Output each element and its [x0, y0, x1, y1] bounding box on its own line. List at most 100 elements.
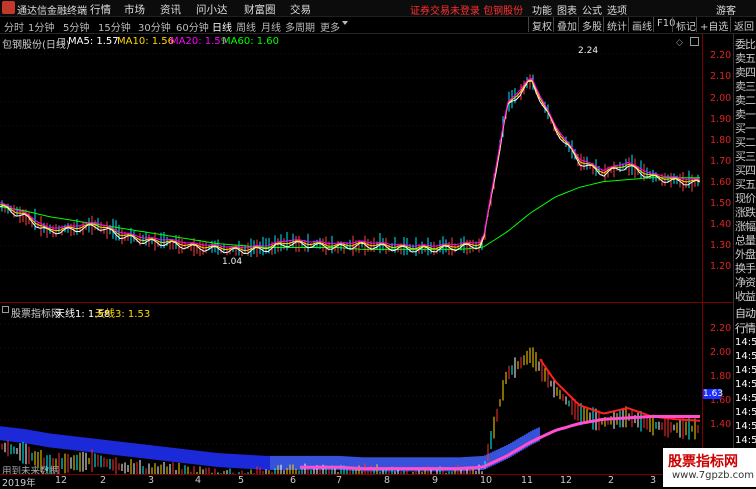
menu-hangqing[interactable]: 行情 — [90, 2, 111, 17]
btn-zixuan[interactable]: +自选 — [696, 17, 731, 33]
menu-xuanxiang[interactable]: 选项 — [607, 2, 627, 17]
x-tick-label: 8 — [384, 475, 391, 486]
btn-duogu[interactable]: 多股 — [578, 17, 605, 33]
indicator-band — [196, 450, 198, 465]
indicator-band — [200, 451, 202, 466]
period-multi[interactable]: 多周期 — [285, 19, 315, 34]
chevron-down-icon[interactable] — [342, 21, 348, 25]
period-60min[interactable]: 60分钟 — [176, 19, 209, 34]
indicator-band — [6, 427, 8, 442]
indicator-band — [74, 436, 76, 451]
x-axis — [0, 474, 756, 488]
ytick: 1.90 — [710, 114, 732, 125]
btn-biaoji[interactable]: 标记 — [672, 17, 699, 33]
menu-jiaoyi[interactable]: 交易 — [290, 2, 311, 17]
ytick: 2.20 — [710, 323, 732, 334]
indicator-band — [136, 443, 138, 458]
btn-huaxian[interactable]: 画线 — [628, 17, 655, 33]
period-15min[interactable]: 15分钟 — [98, 19, 131, 34]
indicator-band — [4, 426, 6, 441]
indicator-band — [268, 455, 270, 470]
indicator-band — [174, 448, 176, 463]
period-more[interactable]: 更多 — [320, 19, 340, 34]
indicator-band — [28, 429, 30, 444]
indicator-band — [210, 452, 212, 467]
menu-wenxiaoda[interactable]: 问小达 — [196, 2, 228, 17]
indicator-band — [14, 427, 16, 442]
btn-fanhui[interactable]: 返回 — [730, 17, 756, 33]
indicator-band — [296, 455, 298, 470]
indicator-band — [58, 434, 60, 449]
side-field-label: 收益 — [735, 290, 756, 303]
indicator-band — [100, 439, 102, 454]
indicator-band — [272, 455, 274, 470]
period-month[interactable]: 月线 — [261, 19, 281, 34]
indicator-band — [124, 442, 126, 457]
indicator-band — [204, 451, 206, 466]
indicator-band — [190, 449, 192, 464]
indicator-band — [262, 455, 264, 470]
x-tick-label: 11 — [521, 475, 534, 486]
login-status[interactable]: 证券交易未登录 包钢股份 — [410, 2, 523, 17]
indicator-band — [232, 453, 234, 468]
indicator-band — [284, 455, 286, 470]
ytick: 1.70 — [710, 156, 732, 167]
side-auto[interactable]: 自动 — [735, 305, 756, 321]
indicator-band — [50, 433, 52, 448]
indicator-band — [12, 427, 14, 442]
indicator-band — [102, 439, 104, 454]
indicator-band — [258, 455, 260, 470]
indicator-band — [180, 448, 182, 463]
indicator-band — [208, 452, 210, 467]
menu-gongneng[interactable]: 功能 — [532, 2, 552, 17]
menu-zixun[interactable]: 资讯 — [160, 2, 181, 17]
menu-tubiao[interactable]: 图表 — [557, 2, 577, 17]
side-time: 14:50 — [735, 435, 756, 446]
panel-divider[interactable] — [0, 302, 733, 303]
indicator-band — [114, 441, 116, 456]
indicator-band — [218, 453, 220, 468]
indicator-band — [242, 454, 244, 469]
indicator-band — [88, 438, 90, 453]
x-tick-label: 12 — [55, 475, 68, 486]
period-fenshi[interactable]: 分时 — [4, 19, 24, 34]
menu-shichang[interactable]: 市场 — [124, 2, 145, 17]
indicator-band — [260, 455, 262, 470]
indicator-band — [248, 454, 250, 469]
menu-caifuquan[interactable]: 财富圈 — [244, 2, 276, 17]
period-week[interactable]: 周线 — [236, 19, 256, 34]
ytick: 1.50 — [710, 198, 732, 209]
indicator-band — [270, 455, 272, 470]
btn-fuquan[interactable]: 复权 — [528, 17, 555, 33]
indicator-band — [80, 437, 82, 452]
indicator-band — [70, 435, 72, 450]
btn-diejia[interactable]: 叠加 — [553, 17, 580, 33]
menu-gongshi[interactable]: 公式 — [582, 2, 602, 17]
indicator-band — [18, 428, 20, 443]
indicator-band — [294, 455, 296, 470]
indicator-band — [236, 454, 238, 469]
side-time: 14:50 — [735, 365, 756, 376]
period-day[interactable]: 日线 — [212, 19, 232, 34]
x-tick-label: 10 — [480, 475, 493, 486]
indicator-band — [168, 447, 170, 462]
period-1min[interactable]: 1分钟 — [28, 19, 54, 34]
period-5min[interactable]: 5分钟 — [63, 19, 89, 34]
side-time: 14:50 — [735, 393, 756, 404]
indicator-chart[interactable] — [0, 304, 702, 474]
ytick: 2.00 — [710, 347, 732, 358]
ytick: 2.10 — [710, 71, 732, 82]
period-30min[interactable]: 30分钟 — [138, 19, 171, 34]
indicator-band — [150, 445, 152, 460]
indicator-band — [76, 436, 78, 451]
indicator-band — [30, 430, 32, 445]
x-tick-label: 2 — [100, 475, 107, 486]
guest-user[interactable]: 游客 — [716, 2, 736, 17]
kline-chart[interactable] — [0, 34, 702, 302]
indicator-band — [298, 455, 300, 470]
side-hangqing[interactable]: 行情 — [735, 320, 756, 336]
indicator-band — [250, 455, 252, 470]
btn-tongji[interactable]: 统计 — [603, 17, 630, 33]
indicator-band — [222, 453, 224, 468]
indicator-band — [0, 426, 2, 441]
